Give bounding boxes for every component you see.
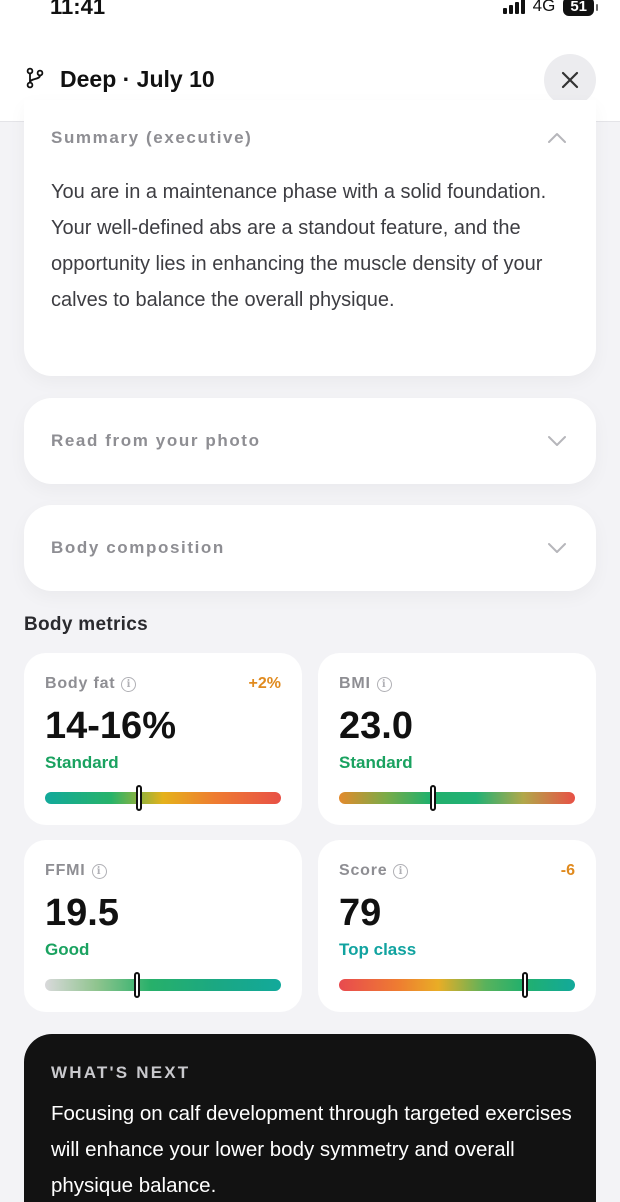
status-indicators: 4G 51 <box>502 0 598 16</box>
close-icon <box>561 71 579 89</box>
metric-delta: +2% <box>248 675 281 692</box>
metric-value: 19.5 <box>45 892 119 934</box>
metric-delta: -6 <box>560 862 575 879</box>
metric-status: Good <box>45 940 90 959</box>
metric-label: FFMI <box>45 862 86 879</box>
whats-next-card: WHAT'S NEXT Focusing on calf development… <box>24 1034 596 1202</box>
body-composition-section[interactable]: Body composition <box>24 505 596 591</box>
metric-label-row: Body fat i <box>45 675 137 693</box>
metric-value: 23.0 <box>339 705 413 747</box>
metric-marker <box>134 972 141 998</box>
read-from-photo-label: Read from your photo <box>51 431 261 450</box>
network-label: 4G <box>532 0 556 15</box>
metric-marker <box>522 972 529 998</box>
chevron-down-icon <box>548 543 566 553</box>
metric-range-bar <box>45 979 281 991</box>
battery-indicator: 51 <box>563 0 598 16</box>
chevron-up-icon[interactable] <box>548 132 566 144</box>
metric-label-row: BMI i <box>339 675 392 693</box>
whats-next-text: Focusing on calf development through tar… <box>51 1102 572 1197</box>
metric-label: BMI <box>339 675 371 692</box>
body-metrics-heading: Body metrics <box>24 614 148 635</box>
summary-label: Summary (executive) <box>51 128 253 147</box>
metric-status: Standard <box>339 753 413 772</box>
metric-range-bar <box>339 792 575 804</box>
metric-label: Score <box>339 862 388 879</box>
info-icon[interactable]: i <box>121 676 137 692</box>
metric-status: Top class <box>339 940 417 959</box>
metric-marker <box>136 785 143 811</box>
metric-label-row: FFMI i <box>45 862 107 880</box>
summary-card: Summary (executive) You are in a mainten… <box>24 100 596 376</box>
metric-marker <box>430 785 437 811</box>
close-button[interactable] <box>544 54 596 106</box>
whats-next-label: WHAT'S NEXT <box>51 1063 191 1082</box>
summary-text: You are in a maintenance phase with a so… <box>51 181 547 311</box>
signal-icon <box>502 0 525 14</box>
metric-range-bar <box>339 979 575 991</box>
metric-card-ffmi[interactable]: FFMI i 19.5 Good <box>24 840 302 1012</box>
info-icon[interactable]: i <box>376 676 392 692</box>
branch-icon <box>26 67 44 89</box>
metric-value: 14-16% <box>45 705 176 747</box>
status-time: 11:41 <box>50 0 106 19</box>
body-composition-label: Body composition <box>51 538 225 557</box>
metric-label-row: Score i <box>339 862 409 880</box>
metric-card-score[interactable]: Score i -6 79 Top class <box>318 840 596 1012</box>
chevron-down-icon <box>548 436 566 446</box>
metric-card-body-fat[interactable]: Body fat i +2% 14-16% Standard <box>24 653 302 825</box>
page-title: Deep · July 10 <box>60 66 215 92</box>
info-icon[interactable]: i <box>91 863 107 879</box>
metric-range-bar <box>45 792 281 804</box>
read-from-photo-section[interactable]: Read from your photo <box>24 398 596 484</box>
info-icon[interactable]: i <box>393 863 409 879</box>
metric-status: Standard <box>45 753 119 772</box>
status-bar: 11:41 4G 51 <box>0 0 620 30</box>
metric-label: Body fat <box>45 675 116 692</box>
metric-card-bmi[interactable]: BMI i 23.0 Standard <box>318 653 596 825</box>
metric-value: 79 <box>339 892 382 934</box>
